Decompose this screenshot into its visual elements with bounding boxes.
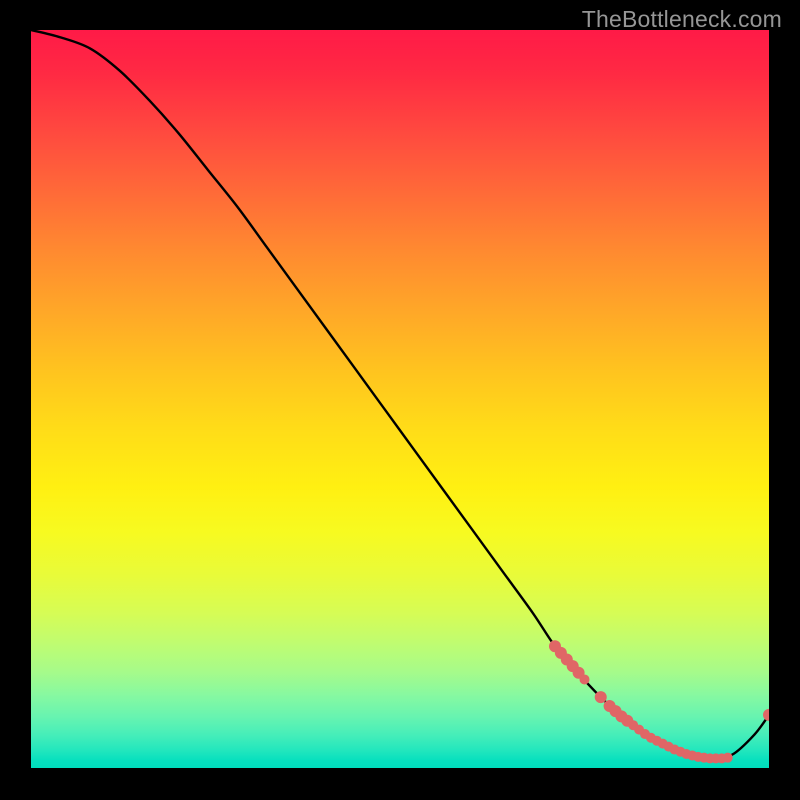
highlight-dot bbox=[723, 753, 733, 763]
chart-svg bbox=[31, 30, 769, 768]
bottleneck-curve bbox=[31, 30, 769, 759]
plot-area bbox=[31, 30, 769, 768]
highlight-dot bbox=[763, 709, 769, 721]
watermark-text: TheBottleneck.com bbox=[582, 6, 782, 33]
chart-frame: TheBottleneck.com bbox=[0, 0, 800, 800]
highlight-dots-group bbox=[549, 640, 769, 763]
highlight-dot bbox=[580, 674, 590, 684]
highlight-dot bbox=[595, 691, 607, 703]
